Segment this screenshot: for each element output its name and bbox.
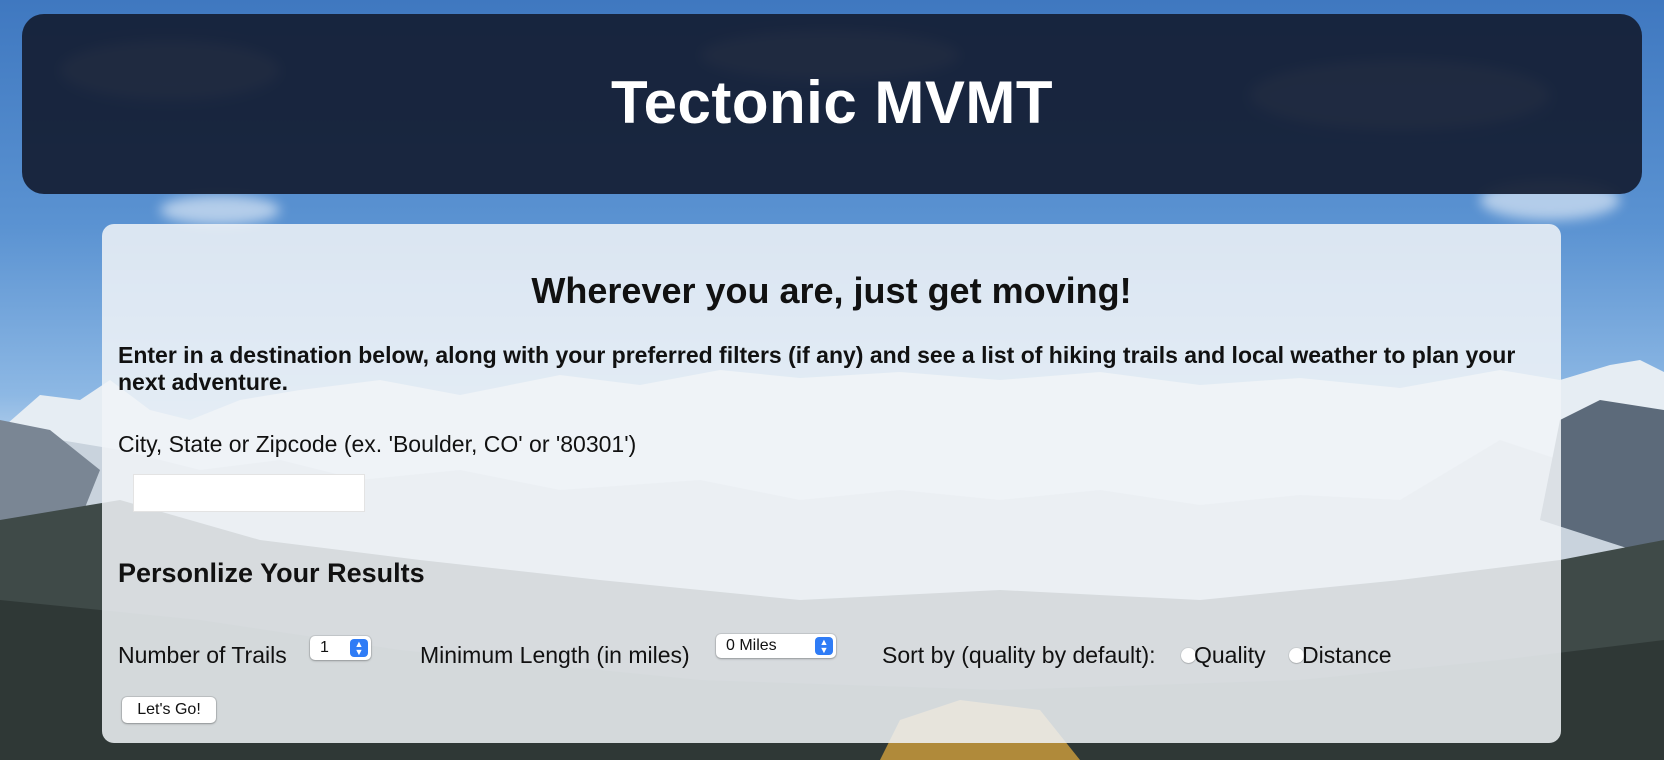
intro-text: Enter in a destination below, along with…: [118, 342, 1516, 395]
num-trails-select[interactable]: 1 ▲ ▼: [310, 636, 371, 660]
tagline: Wherever you are, just get moving!: [531, 270, 1132, 311]
num-trails-label: Number of Trails: [118, 642, 287, 668]
location-label: City, State or Zipcode (ex. 'Boulder, CO…: [118, 431, 637, 457]
select-arrows-icon: ▲ ▼: [350, 639, 368, 657]
min-length-label: Minimum Length (in miles): [420, 642, 690, 668]
num-trails-value: 1: [320, 639, 329, 656]
personalize-heading: Personlize Your Results: [118, 558, 425, 588]
sort-quality-label: Quality: [1194, 642, 1266, 668]
select-arrows-icon: ▲ ▼: [815, 637, 833, 655]
lets-go-button[interactable]: Let's Go!: [122, 697, 216, 723]
site-header: Tectonic MVMT: [22, 14, 1642, 194]
min-length-select[interactable]: 0 Miles ▲ ▼: [716, 634, 836, 658]
min-length-value: 0 Miles: [726, 637, 777, 654]
location-input[interactable]: [133, 474, 365, 512]
sort-label: Sort by (quality by default):: [882, 642, 1156, 668]
filters-row: Number of Trails 1 ▲ ▼ Minimum Length (in…: [118, 634, 1538, 668]
site-title: Tectonic MVMT: [610, 68, 1054, 136]
search-card: Wherever you are, just get moving! Enter…: [102, 224, 1561, 743]
sort-distance-label: Distance: [1302, 642, 1392, 668]
